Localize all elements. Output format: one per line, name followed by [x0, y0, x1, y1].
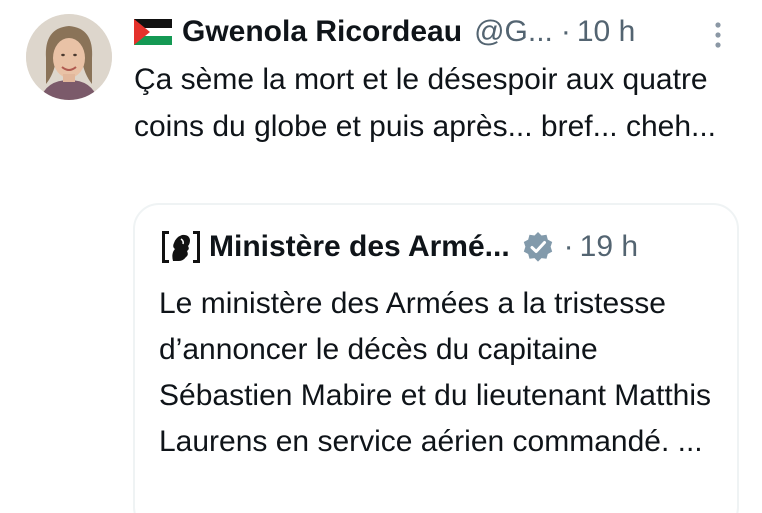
tweet-text: Ça sème la mort et le désespoir aux quat… [134, 63, 717, 143]
vertical-ellipsis-icon[interactable] [714, 21, 722, 49]
separator-dot: · [560, 15, 571, 48]
author-handle[interactable]: @G... [474, 15, 553, 49]
quoted-tweet[interactable]: Ministère des Armé... · 19 h Le ministèr… [133, 203, 739, 513]
quoted-tweet-header: Ministère des Armé... · 19 h [159, 225, 638, 269]
author-name[interactable]: Gwenola Ricordeau [182, 15, 462, 49]
quoted-tweet-text: Le ministère des Armées a la tristesse d… [159, 287, 711, 458]
verified-badge-icon [523, 232, 552, 262]
marianne-logo-icon [159, 227, 203, 267]
quoted-timestamp[interactable]: 19 h [580, 230, 638, 264]
quoted-author-name[interactable]: Ministère des Armé... [209, 230, 510, 264]
avatar[interactable] [26, 14, 112, 100]
tweet-header: Gwenola Ricordeau @G... · 10 h [134, 10, 635, 54]
avatar-image [26, 14, 112, 100]
timestamp[interactable]: 10 h [577, 15, 635, 49]
quoted-separator-dot: · [563, 230, 574, 263]
palestine-flag-icon [134, 19, 172, 45]
tweet[interactable]: Gwenola Ricordeau @G... · 10 h Ça sème l… [0, 0, 762, 513]
